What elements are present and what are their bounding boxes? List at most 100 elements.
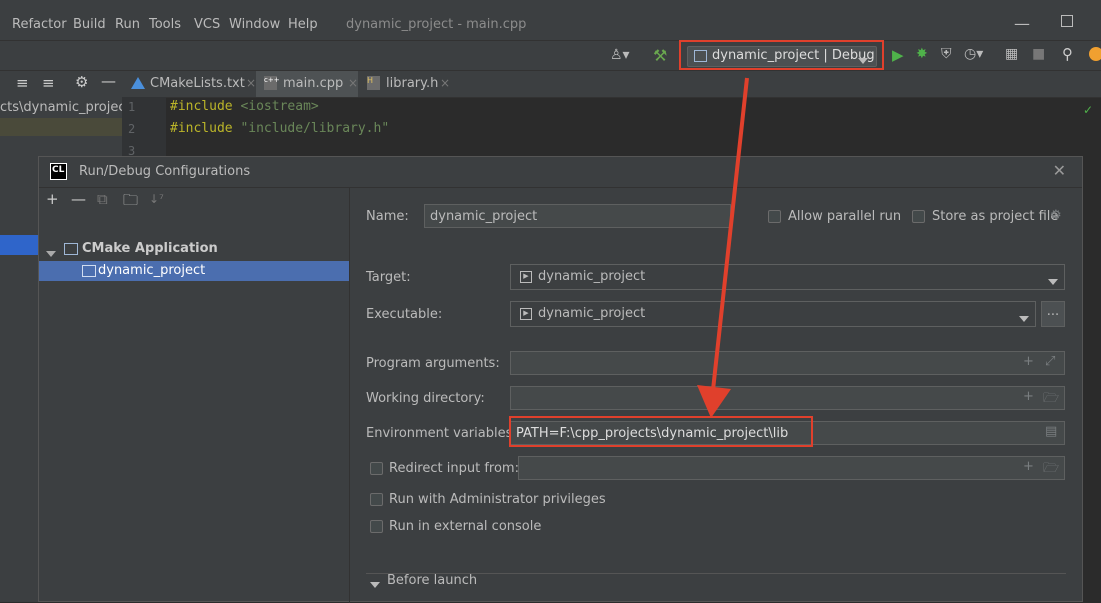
executable-select[interactable]: ▶ dynamic_project — [510, 301, 1036, 327]
add-icon[interactable]: + — [1023, 354, 1034, 369]
executable-icon: ▶ — [520, 271, 532, 283]
menu-bar: Refactor Build Run Tools VCS Window Help… — [0, 0, 1101, 40]
user-icon[interactable]: ♙▾ — [610, 47, 630, 63]
folder-icon[interactable]: 🗁 — [1043, 389, 1059, 411]
code-line[interactable]: #include "include/library.h" — [170, 121, 389, 136]
run-debug-dialog: CL Run/Debug Configurations ✕ + — ⧉ 🗀 ↓⁷… — [38, 156, 1083, 603]
maximize-button[interactable] — [1061, 15, 1073, 27]
chevron-down-icon[interactable] — [370, 577, 380, 592]
tab-cmakelists[interactable]: CMakeLists.txt × — [126, 71, 256, 97]
close-icon[interactable]: ✕ — [1053, 161, 1066, 180]
close-icon[interactable]: × — [246, 76, 256, 90]
chevron-down-icon — [1048, 274, 1058, 289]
close-icon[interactable]: × — [440, 76, 450, 90]
env-vars-highlight — [509, 416, 813, 447]
hide-panel-icon[interactable]: — — [101, 72, 116, 90]
store-as-file-label: Store as project file — [932, 209, 1059, 224]
add-icon[interactable]: + — [1023, 389, 1034, 404]
run-config-selector[interactable]: dynamic_project | Debug — [687, 46, 877, 67]
build-hammer-icon[interactable]: ⚒ — [653, 46, 667, 65]
env-vars-label: Environment variables: — [366, 426, 517, 441]
target-value: dynamic_project — [538, 269, 646, 284]
tab-main-cpp[interactable]: c++ main.cpp × — [256, 71, 358, 97]
add-icon[interactable]: + — [46, 190, 59, 208]
collapse-all-icon[interactable]: ≡ — [16, 74, 29, 92]
admin-label: Run with Administrator privileges — [389, 492, 606, 507]
chevron-down-icon[interactable] — [46, 246, 56, 261]
cmake-app-icon — [694, 50, 707, 62]
redirect-checkbox[interactable] — [370, 462, 383, 475]
remove-icon[interactable]: — — [71, 190, 86, 208]
tree-category-cmake-application[interactable]: CMake Application — [39, 239, 349, 259]
update-icon[interactable] — [1089, 47, 1101, 61]
redirect-input[interactable]: + 🗁 — [518, 456, 1065, 480]
gear-icon[interactable]: ⚙ — [75, 73, 88, 91]
editor-tab-bar: ≡ ≡ ⚙ — CMakeLists.txt × c++ main.cpp × … — [0, 70, 1101, 98]
project-tree-selected — [0, 235, 40, 255]
menu-tools[interactable]: Tools — [149, 17, 181, 32]
code-keyword: #include — [170, 99, 233, 114]
allow-parallel-checkbox[interactable] — [768, 210, 781, 223]
add-icon[interactable]: + — [1023, 459, 1034, 474]
admin-checkbox[interactable] — [370, 493, 383, 506]
target-select[interactable]: ▶ dynamic_project — [510, 264, 1065, 290]
profile-icon[interactable]: ◷▾ — [964, 46, 983, 62]
before-launch-label[interactable]: Before launch — [387, 573, 477, 588]
coverage-icon[interactable]: ⛨ — [941, 46, 952, 62]
allow-parallel-label: Allow parallel run — [788, 209, 902, 224]
search-icon[interactable]: ⚲ — [1062, 45, 1073, 63]
folder-icon[interactable]: 🗀 — [123, 190, 138, 215]
code-arg: "include/library.h" — [232, 121, 390, 136]
gear-icon[interactable]: ⚙ — [1050, 208, 1062, 223]
line-number: 1 — [128, 100, 136, 114]
tree-item-dynamic-project[interactable]: dynamic_project — [39, 261, 349, 281]
tab-label: CMakeLists.txt — [150, 76, 245, 91]
sort-icon[interactable]: ↓⁷ — [149, 192, 164, 206]
tab-library-h[interactable]: H library.h × — [362, 71, 462, 97]
attach-icon[interactable]: ▦ — [1005, 46, 1018, 62]
menu-build[interactable]: Build — [73, 17, 106, 32]
config-tree-pane: + — ⧉ 🗀 ↓⁷ CMake Application dynamic_pro… — [39, 187, 350, 603]
code-line[interactable]: #include <iostream> — [170, 99, 319, 114]
tab-label: library.h — [386, 76, 439, 91]
close-icon[interactable]: × — [348, 76, 358, 90]
name-label: Name: — [366, 209, 409, 224]
working-dir-label: Working directory: — [366, 391, 485, 406]
external-console-label: Run in external console — [389, 519, 542, 534]
edit-list-icon[interactable]: ▤ — [1045, 424, 1057, 439]
program-args-input[interactable]: + ⤢ — [510, 351, 1065, 375]
cmake-app-icon — [82, 265, 96, 277]
name-value: dynamic_project — [430, 209, 538, 224]
external-console-checkbox[interactable] — [370, 520, 383, 533]
menu-vcs[interactable]: VCS — [194, 17, 220, 32]
expand-icon[interactable]: ⤢ — [1045, 354, 1055, 369]
copy-icon[interactable]: ⧉ — [97, 190, 108, 208]
working-dir-input[interactable]: + 🗁 — [510, 386, 1065, 410]
executable-browse-button[interactable]: ... — [1041, 301, 1065, 327]
name-input[interactable]: dynamic_project — [424, 204, 731, 228]
store-as-file-checkbox[interactable] — [912, 210, 925, 223]
run-icon[interactable]: ▶ — [892, 46, 904, 64]
run-config-label: dynamic_project | Debug — [712, 48, 875, 63]
stop-icon[interactable]: ■ — [1032, 46, 1045, 62]
minimize-button[interactable]: — — [1014, 14, 1030, 33]
debug-icon[interactable]: ✸ — [916, 46, 928, 62]
program-args-label: Program arguments: — [366, 356, 500, 371]
tab-label: main.cpp — [283, 76, 344, 91]
expand-all-icon[interactable]: ≡ — [42, 74, 55, 92]
tree-item-label: dynamic_project — [98, 263, 206, 278]
cmake-icon — [131, 77, 145, 89]
browse-label: ... — [1046, 304, 1060, 319]
folder-icon[interactable]: 🗁 — [1043, 459, 1059, 481]
clion-logo-icon: CL — [50, 163, 67, 180]
run-config-selector-highlight: dynamic_project | Debug — [679, 40, 884, 70]
dialog-title: Run/Debug Configurations — [79, 164, 251, 179]
menu-refactor[interactable]: Refactor — [12, 17, 67, 32]
menu-run[interactable]: Run — [115, 17, 140, 32]
menu-window[interactable]: Window — [229, 17, 280, 32]
cpp-file-icon: c++ — [264, 76, 280, 90]
executable-icon: ▶ — [520, 308, 532, 320]
project-tree-item[interactable]: cts\dynamic_project — [0, 100, 131, 115]
menu-help[interactable]: Help — [288, 17, 318, 32]
dialog-title-bar: CL Run/Debug Configurations ✕ — [39, 157, 1082, 188]
